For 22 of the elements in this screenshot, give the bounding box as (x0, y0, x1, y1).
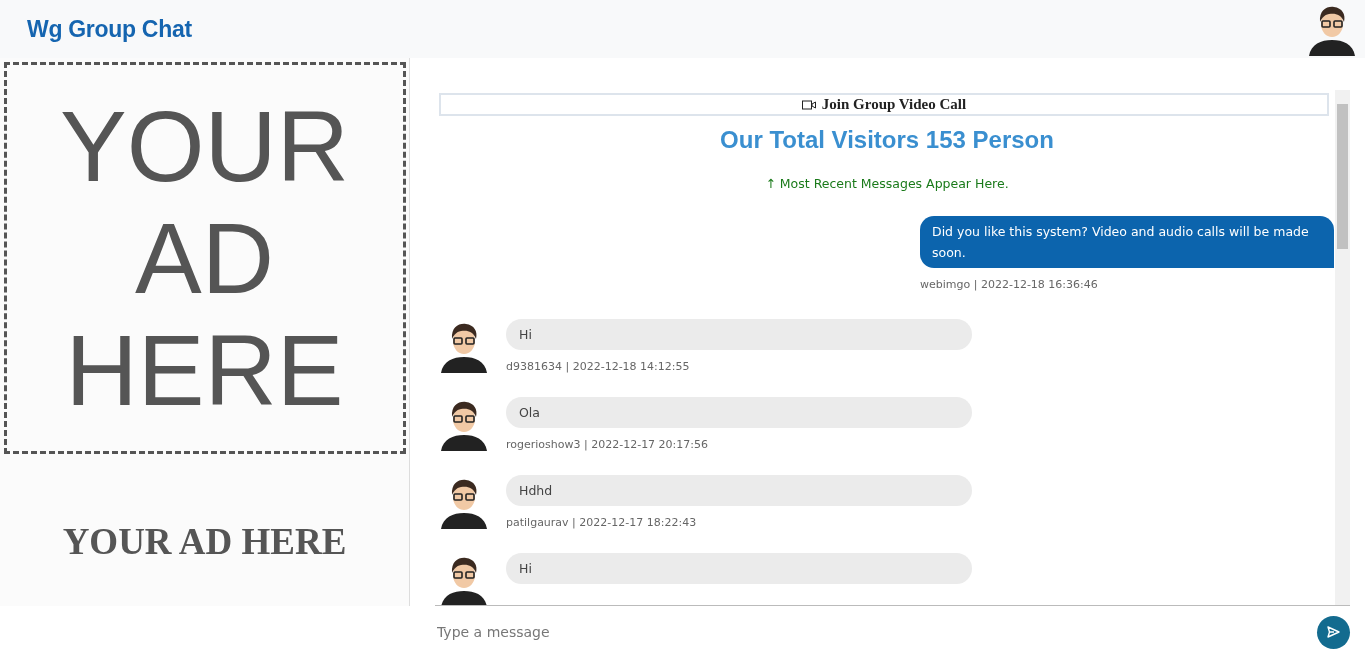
video-call-button[interactable]: Join Group Video Call (439, 93, 1329, 116)
ad-text: AD (135, 202, 274, 314)
send-button[interactable] (1317, 615, 1350, 649)
message-input[interactable]: Type a message (435, 624, 1035, 640)
message-meta: webimgo | 2022-12-18 16:36:46 (920, 278, 1098, 291)
scrollbar[interactable] (1335, 90, 1350, 605)
message-bubble: Hi (506, 319, 972, 350)
ad-text: YOUR (60, 90, 349, 202)
ad-text: HERE (65, 314, 344, 426)
own-message-bubble: Did you like this system? Video and audio calls will be made soon. (920, 216, 1334, 268)
message-meta: patilgaurav | 2022-12-17 18:22:43 (506, 516, 698, 529)
app-title: Wg Group Chat (27, 15, 192, 43)
visitors-count: Our Total Visitors 153 Person (719, 126, 1055, 154)
message-bubble: Hi (506, 553, 972, 584)
send-icon (1327, 626, 1340, 638)
recent-messages-hint: ↑ Most Recent Messages Appear Here. (764, 176, 1010, 191)
video-camera-icon (801, 99, 816, 110)
message-meta: rogerioshow3 | 2022-12-17 20:17:56 (506, 438, 710, 451)
message-bubble: Ola (506, 397, 972, 428)
message-meta: d9381634 | 2022-12-18 14:12:55 (506, 360, 691, 373)
ad-caption: YOUR AD HERE (62, 520, 347, 563)
message-bubble: Hdhd (506, 475, 972, 506)
